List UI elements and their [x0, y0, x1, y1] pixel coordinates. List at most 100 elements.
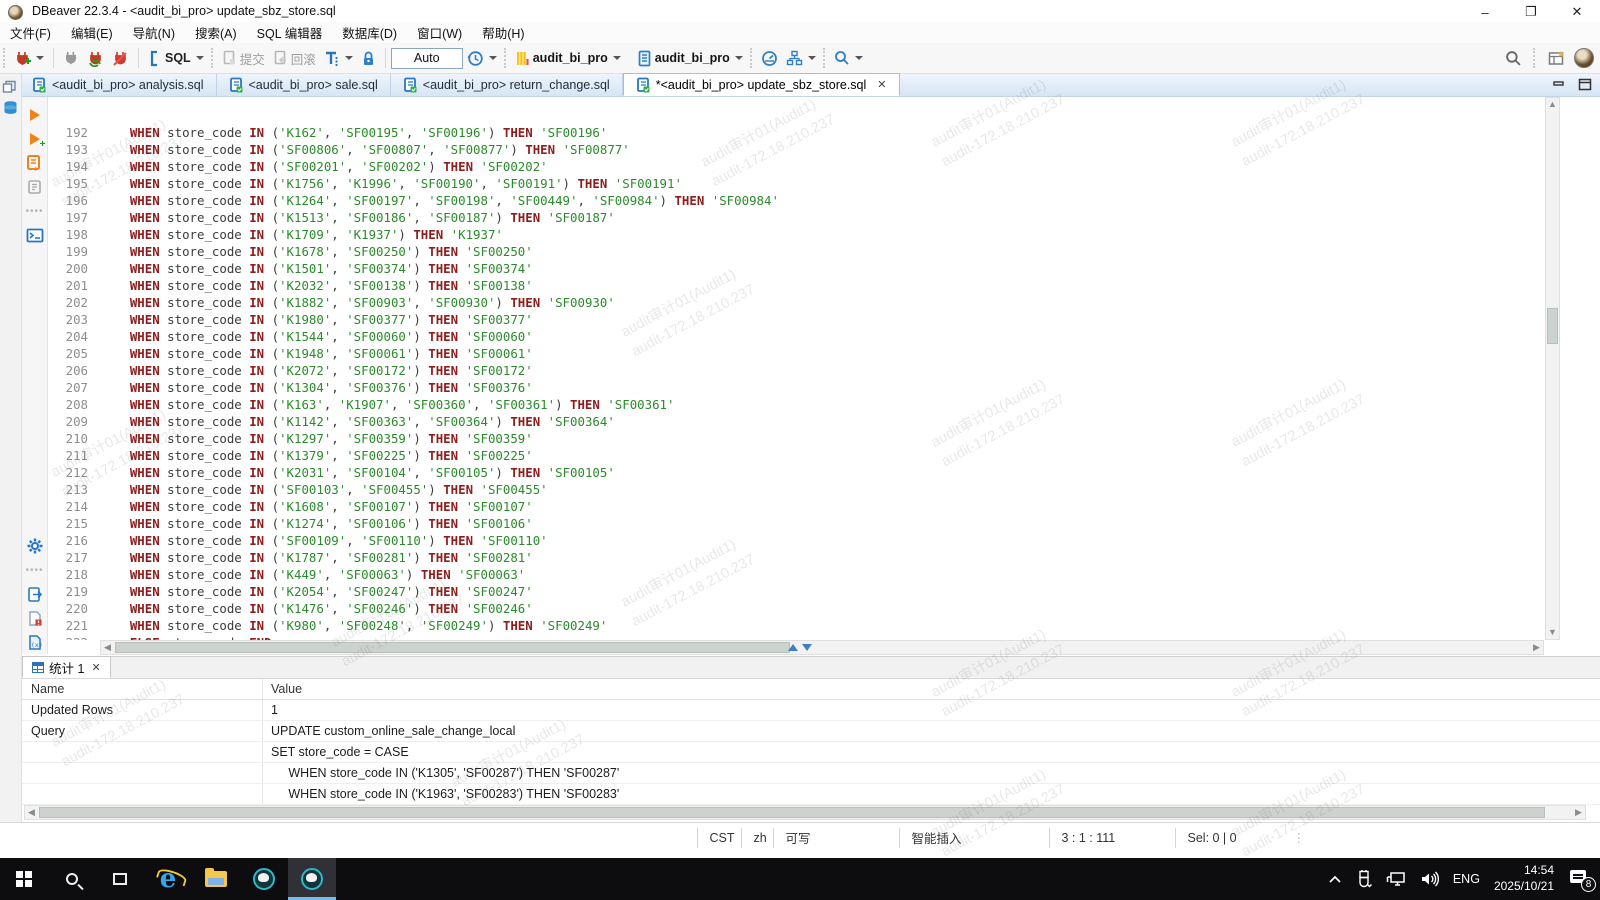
menu-item-6[interactable]: 窗口(W) [407, 22, 472, 43]
run-new-icon [29, 133, 40, 145]
close-button[interactable]: ✕ [1554, 0, 1600, 24]
execute-new-tab-button[interactable]: + [25, 129, 46, 150]
maximize-button[interactable]: ❐ [1508, 0, 1554, 24]
menu-item-4[interactable]: SQL 编辑器 [247, 22, 333, 43]
clock[interactable]: 14:54 2025/10/21 [1494, 863, 1554, 894]
history-button[interactable] [463, 48, 501, 69]
stats-tab-close-icon[interactable]: ✕ [91, 661, 100, 674]
menu-item-3[interactable]: 搜索(A) [185, 22, 247, 43]
scroll-down-arrow[interactable]: ▼ [1546, 626, 1559, 639]
er-dropdown-caret[interactable] [807, 56, 816, 60]
panel-sash-control[interactable] [788, 644, 812, 651]
scroll-up-arrow[interactable]: ▲ [1546, 98, 1559, 111]
results-horizontal-scrollbar[interactable]: ◀ ▶ [24, 805, 1586, 820]
start-button[interactable] [0, 858, 48, 900]
restore-panel-icon[interactable] [2, 80, 19, 94]
stats-row-1[interactable]: Query UPDATE custom_online_sale_change_lo… [22, 721, 1600, 742]
stats-row-4[interactable]: WHEN store_code IN ('K1963', 'SF00283') … [22, 784, 1600, 805]
menu-item-7[interactable]: 帮助(H) [472, 22, 534, 43]
connect-dropdown-caret[interactable] [36, 56, 44, 60]
connect-button[interactable] [10, 48, 48, 69]
results-scroll-left-arrow[interactable]: ◀ [25, 806, 38, 819]
language-indicator[interactable]: ENG [1453, 872, 1480, 886]
save-warning-button[interactable] [25, 608, 45, 628]
sash-down-icon[interactable] [802, 644, 812, 651]
search-button[interactable] [830, 48, 867, 68]
minimize-view-icon[interactable] [1552, 78, 1566, 91]
search-dropdown-caret[interactable] [854, 56, 863, 60]
export-result-button[interactable] [25, 584, 45, 604]
horizontal-scroll-thumb[interactable] [115, 642, 790, 653]
menu-item-1[interactable]: 编辑(E) [61, 22, 123, 43]
stats-row-3[interactable]: WHEN store_code IN ('K1305', 'SF00287') … [22, 763, 1600, 784]
sash-up-icon[interactable] [788, 644, 798, 651]
editor-tab-2[interactable]: <audit_bi_pro> return_change.sql [391, 73, 623, 96]
rollback-button[interactable]: 回滚 [269, 47, 320, 70]
volume-icon[interactable] [1420, 871, 1439, 887]
stats-col-value[interactable]: Value [263, 682, 302, 696]
task-view-button[interactable] [96, 858, 144, 900]
minimize-button[interactable]: – [1462, 0, 1508, 24]
usb-icon[interactable] [1356, 870, 1372, 888]
internet-explorer-button[interactable]: e [144, 858, 192, 900]
quick-search-icon[interactable] [1505, 50, 1522, 67]
commit-mode-box[interactable]: Auto [390, 47, 463, 69]
stats-tab[interactable]: 统计 1 ✕ [22, 656, 111, 678]
status-segment-3[interactable]: 智能插入 [898, 827, 1049, 848]
sql-editor-button[interactable]: SQL [144, 48, 208, 69]
file-explorer-button[interactable] [192, 858, 240, 900]
er-diagram-button[interactable] [782, 48, 820, 69]
execute-statement-button[interactable] [25, 105, 45, 125]
stats-row-2[interactable]: SET store_code = CASE [22, 742, 1600, 763]
maximize-view-icon[interactable] [1578, 78, 1592, 91]
editor-vertical-scrollbar[interactable]: ▲ ▼ [1545, 97, 1560, 640]
sql-dropdown-caret[interactable] [195, 56, 204, 60]
status-segment-0: CST [696, 827, 741, 848]
tab-close-icon[interactable]: ✕ [877, 78, 886, 91]
menu-item-5[interactable]: 数据库(D) [332, 22, 407, 43]
editor-tab-1[interactable]: <audit_bi_pro> sale.sql [217, 73, 391, 96]
action-center-button[interactable]: 8 [1568, 870, 1596, 892]
perspective-icon[interactable] [1548, 50, 1566, 66]
schema-caret[interactable] [734, 56, 743, 60]
connection-caret[interactable] [612, 56, 621, 60]
reconnect-button[interactable] [83, 48, 108, 69]
results-scroll-thumb[interactable] [39, 807, 1545, 818]
scroll-right-arrow[interactable]: ▶ [1530, 641, 1543, 654]
results-scroll-right-arrow[interactable]: ▶ [1572, 806, 1585, 819]
schema-selector[interactable]: audit_bi_pro [633, 48, 747, 69]
invalidate-button[interactable] [108, 48, 133, 69]
taskbar-search-button[interactable] [48, 858, 96, 900]
dbeaver-taskbar-button[interactable] [240, 858, 288, 900]
history-dropdown-caret[interactable] [488, 56, 497, 60]
tray-chevron-icon[interactable] [1328, 875, 1342, 884]
menu-item-0[interactable]: 文件(F) [0, 22, 61, 43]
commit-button[interactable]: 提交 [218, 47, 269, 70]
editor-horizontal-scrollbar[interactable]: ◀ ▶ [100, 640, 1544, 655]
variables-button[interactable]: (x) [25, 632, 45, 652]
disconnect-button[interactable] [59, 48, 83, 68]
scroll-left-arrow[interactable]: ◀ [101, 641, 114, 654]
dashboard-button[interactable] [757, 48, 782, 69]
stats-row-0[interactable]: Updated Rows 1 [22, 700, 1600, 721]
explain-plan-button[interactable] [25, 177, 45, 197]
editor-settings-button[interactable] [25, 536, 45, 556]
network-icon[interactable] [1386, 871, 1406, 887]
code-text: WHEN store_code IN ('K1264', 'SF00197', … [129, 193, 779, 208]
menu-item-2[interactable]: 导航(N) [123, 22, 185, 43]
status-segment-4[interactable]: 3 : 1 : 111 [1048, 827, 1175, 848]
execute-script-button[interactable] [25, 153, 45, 173]
transaction-mode-button[interactable] [320, 48, 357, 69]
lock-button[interactable] [357, 48, 380, 69]
user-avatar[interactable] [1574, 48, 1594, 68]
dbeaver-active-taskbar-button[interactable] [288, 858, 336, 900]
vertical-scroll-thumb[interactable] [1547, 308, 1558, 344]
transaction-dropdown-caret[interactable] [344, 56, 353, 60]
open-console-button[interactable] [25, 225, 45, 245]
editor-tab-0[interactable]: <audit_bi_pro> analysis.sql [20, 73, 217, 96]
sql-code-editor[interactable]: 192 WHEN store_code IN ('K162', 'SF00195… [48, 97, 1544, 640]
database-navigator-icon[interactable] [2, 100, 19, 116]
connection-selector[interactable]: audit_bi_pro [511, 48, 625, 69]
stats-col-name[interactable]: Name [22, 679, 263, 699]
editor-tab-3[interactable]: *<audit_bi_pro> update_sbz_store.sql ✕ [622, 73, 900, 96]
